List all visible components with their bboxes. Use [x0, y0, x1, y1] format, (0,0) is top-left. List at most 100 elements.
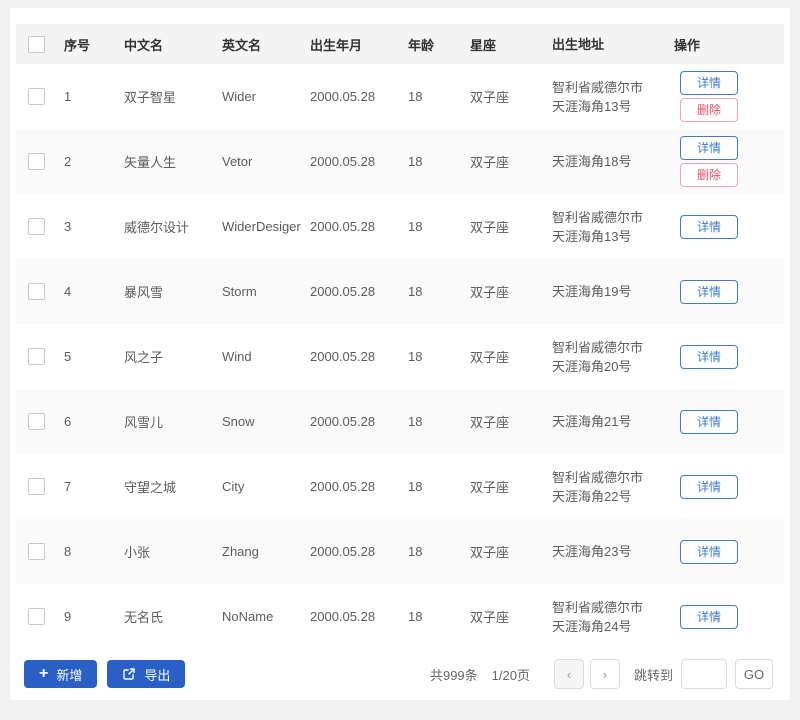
cell-index: 1 — [64, 89, 72, 104]
cell-english-name: Zhang — [222, 544, 259, 559]
row-checkbox[interactable] — [28, 218, 45, 236]
footer-toolbar: + 新增 导出 共999条 1/20页 ‹ › 跳转到 GO — [16, 649, 784, 699]
export-icon — [122, 667, 136, 681]
cell-address: 天涯海角23号 — [548, 542, 670, 561]
row-checkbox[interactable] — [28, 283, 45, 301]
cell-chinese-name: 守望之城 — [124, 480, 177, 495]
address-line1: 天涯海角23号 — [552, 544, 632, 559]
detail-button[interactable]: 详情 — [680, 409, 738, 434]
cell-address: 天涯海角19号 — [548, 282, 670, 301]
detail-button[interactable]: 详情 — [680, 539, 738, 564]
cell-zodiac: 双子座 — [470, 545, 510, 560]
header-checkbox-cell — [16, 35, 60, 53]
address-line1: 智利省威德尔市 — [552, 79, 644, 95]
cell-birth-date: 2000.05.28 — [310, 414, 376, 429]
cell-english-name: Wind — [222, 349, 252, 364]
row-checkbox[interactable] — [28, 608, 45, 626]
cell-chinese-name: 暴风雪 — [124, 285, 164, 300]
table-row: 1 双子智星 Wider 2000.05.28 18 双子座 智利省威德尔市 天… — [16, 64, 784, 129]
address-line2: 天涯海角22号 — [552, 488, 632, 504]
jump-page-input[interactable] — [681, 659, 727, 689]
address-line1: 智利省威德尔市 — [552, 599, 644, 615]
go-button[interactable]: GO — [735, 659, 773, 689]
table-row: 4 暴风雪 Storm 2000.05.28 18 双子座 天涯海角19号 详情 — [16, 259, 784, 324]
detail-button[interactable]: 详情 — [680, 136, 738, 160]
cell-zodiac: 双子座 — [470, 90, 510, 105]
column-header: 操作 — [674, 37, 701, 53]
row-checkbox[interactable] — [28, 543, 45, 561]
cell-address: 天涯海角18号 — [548, 152, 670, 171]
detail-button[interactable]: 详情 — [680, 604, 738, 629]
address-line2: 天涯海角20号 — [552, 358, 632, 374]
next-page-button[interactable]: › — [589, 659, 620, 689]
row-checkbox[interactable] — [28, 478, 45, 496]
cell-age: 18 — [408, 219, 423, 234]
cell-birth-date: 2000.05.28 — [310, 479, 376, 494]
cell-chinese-name: 风雪儿 — [124, 415, 164, 430]
chevron-right-icon: › — [602, 666, 608, 682]
address-line2: 天涯海角13号 — [552, 228, 632, 244]
address-line1: 天涯海角21号 — [552, 414, 632, 429]
cell-birth-date: 2000.05.28 — [310, 349, 376, 364]
address-line1: 智利省威德尔市 — [552, 209, 644, 225]
cell-index: 9 — [64, 609, 72, 624]
cell-address: 智利省威德尔市 天涯海角13号 — [548, 78, 670, 116]
cell-english-name: WiderDesiger — [222, 219, 301, 234]
cell-chinese-name: 矢量人生 — [124, 155, 177, 170]
detail-button[interactable]: 详情 — [680, 214, 738, 239]
cell-birth-date: 2000.05.28 — [310, 219, 376, 234]
detail-button[interactable]: 详情 — [680, 344, 738, 369]
table-row: 5 风之子 Wind 2000.05.28 18 双子座 智利省威德尔市 天涯海… — [16, 324, 784, 389]
cell-chinese-name: 小张 — [124, 545, 151, 560]
detail-button[interactable]: 详情 — [680, 474, 738, 499]
cell-english-name: Wider — [222, 89, 256, 104]
table-row: 6 风雪儿 Snow 2000.05.28 18 双子座 天涯海角21号 详情 — [16, 389, 784, 454]
cell-english-name: Snow — [222, 414, 255, 429]
table-row: 7 守望之城 City 2000.05.28 18 双子座 智利省威德尔市 天涯… — [16, 454, 784, 519]
address-line2: 天涯海角24号 — [552, 618, 632, 634]
cell-age: 18 — [408, 349, 423, 364]
row-checkbox[interactable] — [28, 348, 45, 366]
cell-chinese-name: 无名氏 — [124, 610, 164, 625]
cell-address: 天涯海角21号 — [548, 412, 670, 431]
cell-address: 智利省威德尔市 天涯海角13号 — [548, 208, 670, 246]
cell-age: 18 — [408, 479, 423, 494]
cell-birth-date: 2000.05.28 — [310, 609, 376, 624]
row-checkbox-cell — [16, 153, 60, 171]
cell-english-name: NoName — [222, 609, 274, 624]
page-indicator: 1/20页 — [491, 667, 530, 683]
cell-birth-date: 2000.05.28 — [310, 154, 376, 169]
cell-index: 4 — [64, 284, 72, 299]
cell-actions: 详情 — [670, 342, 784, 372]
cell-age: 18 — [408, 609, 423, 624]
cell-age: 18 — [408, 284, 423, 299]
row-checkbox[interactable] — [28, 88, 45, 106]
add-button-label: 新增 — [56, 667, 83, 683]
cell-actions: 详情 — [670, 602, 784, 632]
detail-button[interactable]: 详情 — [680, 71, 738, 95]
detail-button[interactable]: 详情 — [680, 279, 738, 304]
cell-actions: 详情 删除 — [670, 133, 784, 190]
row-checkbox-cell — [16, 608, 60, 626]
select-all-checkbox[interactable] — [28, 35, 45, 53]
table-row: 9 无名氏 NoName 2000.05.28 18 双子座 智利省威德尔市 天… — [16, 584, 784, 649]
row-checkbox-cell — [16, 88, 60, 106]
cell-birth-date: 2000.05.28 — [310, 544, 376, 559]
delete-button[interactable]: 删除 — [680, 163, 738, 187]
chevron-left-icon: ‹ — [566, 666, 572, 682]
prev-page-button[interactable]: ‹ — [553, 659, 584, 689]
row-checkbox[interactable] — [28, 153, 45, 171]
cell-chinese-name: 风之子 — [124, 350, 164, 365]
address-line1: 天涯海角19号 — [552, 284, 632, 299]
add-button[interactable]: + 新增 — [24, 660, 98, 688]
cell-zodiac: 双子座 — [470, 610, 510, 625]
delete-button[interactable]: 删除 — [680, 98, 738, 122]
row-checkbox[interactable] — [28, 413, 45, 431]
cell-zodiac: 双子座 — [470, 220, 510, 235]
column-header: 星座 — [470, 37, 497, 53]
table-header-row: 序号 中文名 英文名 出生年月 年龄 星座 出生地址 操作 — [16, 24, 784, 64]
column-header: 年龄 — [408, 37, 435, 53]
export-button[interactable]: 导出 — [107, 660, 186, 688]
cell-age: 18 — [408, 544, 423, 559]
row-checkbox-cell — [16, 478, 60, 496]
